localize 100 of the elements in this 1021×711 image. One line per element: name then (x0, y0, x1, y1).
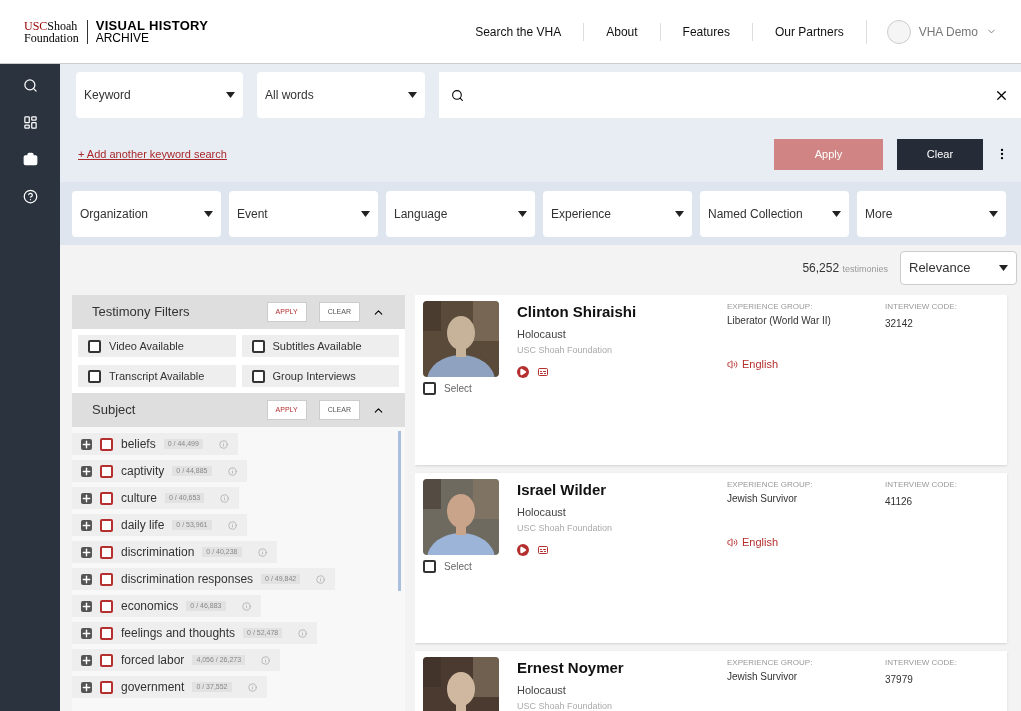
checkbox[interactable] (88, 339, 101, 353)
event-text: Holocaust (517, 504, 567, 520)
search-field[interactable] (439, 72, 1021, 118)
expand-icon[interactable] (81, 681, 92, 693)
subtitles-icon[interactable] (537, 543, 549, 556)
search-icon[interactable] (22, 78, 38, 93)
caret-icon (361, 210, 370, 217)
subject-label: economics (121, 598, 179, 615)
dropdown[interactable]: Named Collection (700, 190, 849, 237)
help-icon[interactable] (22, 189, 38, 204)
testimony-name[interactable]: Israel Wilder (517, 479, 727, 502)
caret-icon (832, 210, 841, 217)
expand-icon[interactable] (81, 438, 92, 450)
caret-icon (999, 265, 1008, 271)
caret-icon (675, 210, 684, 217)
field-label: INTERVIEW CODE: (885, 657, 957, 669)
checkbox[interactable] (100, 518, 113, 532)
user-menu[interactable]: VHA Demo (918, 22, 978, 41)
subject-label: feelings and thoughts (121, 625, 236, 642)
interview-code: 41126 (885, 495, 914, 509)
filter-option[interactable]: Video Available (78, 335, 236, 357)
caret-icon (204, 210, 213, 217)
interview-code: 37979 (885, 673, 914, 687)
checkbox[interactable] (100, 572, 113, 586)
testimony-name[interactable]: Clinton Shiraishi (517, 301, 727, 324)
subject-label: beliefs (121, 436, 156, 453)
filter-option[interactable]: Group Interviews (241, 365, 399, 387)
experience-group: Liberator (World War II) (727, 313, 885, 328)
subject-label: captivity (121, 463, 165, 480)
dropdown[interactable]: Organization (72, 190, 221, 237)
source-text: USC Shoah Foundation (517, 700, 614, 711)
nav-link[interactable]: Features (660, 22, 753, 41)
source-text: USC Shoah Foundation (517, 522, 614, 535)
nav-link[interactable]: About (584, 22, 661, 41)
select-label: Select (444, 560, 472, 574)
expand-icon[interactable] (81, 519, 92, 531)
select-label: Select (444, 382, 472, 396)
checkbox[interactable] (100, 464, 113, 478)
subject-label: discrimination responses (121, 571, 254, 588)
checkbox[interactable] (100, 653, 113, 667)
nav-link[interactable]: Our Partners (752, 22, 866, 41)
language-text: English (742, 357, 779, 372)
expand-icon[interactable] (81, 546, 92, 558)
add-keyword-link[interactable]: + Add another keyword search (78, 145, 227, 163)
subject-label: discrimination (121, 544, 195, 561)
filter-option[interactable]: Transcript Available (78, 365, 236, 387)
dropdown[interactable]: All words (257, 72, 425, 118)
select-checkbox[interactable] (423, 560, 436, 573)
expand-icon[interactable] (81, 465, 92, 477)
site-title: VISUAL HISTORY (95, 19, 209, 32)
dropdown[interactable]: Experience (543, 190, 692, 237)
language-text: English (742, 535, 779, 550)
subject-label: culture (121, 490, 158, 507)
checkbox[interactable] (251, 339, 265, 353)
dropdown[interactable]: More (857, 190, 1006, 237)
clear-button[interactable]: Clear (897, 138, 983, 170)
event-text: Holocaust (517, 326, 567, 342)
expand-icon[interactable] (81, 627, 92, 639)
event-text: Holocaust (517, 682, 567, 698)
expand-icon[interactable] (81, 492, 92, 504)
dropdown[interactable]: Keyword (76, 72, 243, 118)
field-label: EXPERIENCE GROUP: (727, 479, 814, 491)
field-label: EXPERIENCE GROUP: (727, 301, 814, 313)
speaker-icon (727, 536, 738, 548)
select-checkbox[interactable] (423, 382, 436, 395)
nav-link[interactable]: Search the VHA (453, 22, 585, 41)
panel-title: Testimony Filters (92, 303, 191, 322)
site-subtitle: ARCHIVE (95, 31, 150, 44)
subject-label: daily life (121, 517, 165, 534)
checkbox[interactable] (100, 626, 113, 640)
dropdown[interactable]: Event (229, 190, 378, 237)
checkbox[interactable] (100, 599, 113, 613)
checkbox[interactable] (100, 437, 113, 451)
expand-icon[interactable] (81, 573, 92, 585)
caret-icon (408, 92, 417, 98)
play-icon[interactable] (517, 365, 529, 378)
checkbox[interactable] (100, 680, 113, 694)
testimony-name[interactable]: Ernest Noymer (517, 657, 727, 680)
field-label: EXPERIENCE GROUP: (727, 657, 814, 669)
checkbox[interactable] (100, 491, 113, 505)
caret-icon (226, 92, 235, 98)
subject-label: forced labor (121, 652, 185, 669)
expand-icon[interactable] (81, 654, 92, 666)
dropdown[interactable]: Relevance (900, 251, 1017, 285)
subtitles-icon[interactable] (537, 365, 549, 378)
briefcase-icon[interactable] (22, 152, 38, 167)
checkbox[interactable] (88, 369, 101, 383)
dropdown[interactable]: Language (386, 190, 535, 237)
play-icon[interactable] (517, 543, 529, 556)
search-icon (451, 88, 464, 102)
checkbox[interactable] (100, 545, 113, 559)
field-label: INTERVIEW CODE: (885, 301, 957, 313)
dashboard-icon[interactable] (22, 115, 38, 130)
expand-icon[interactable] (81, 600, 92, 612)
subject-label: government (121, 679, 185, 696)
checkbox[interactable] (251, 369, 265, 383)
logo-text: USCShoah (24, 19, 79, 32)
source-text: USC Shoah Foundation (517, 344, 614, 357)
filter-option[interactable]: Subtitles Available (241, 335, 399, 357)
scrollbar[interactable] (398, 431, 401, 591)
